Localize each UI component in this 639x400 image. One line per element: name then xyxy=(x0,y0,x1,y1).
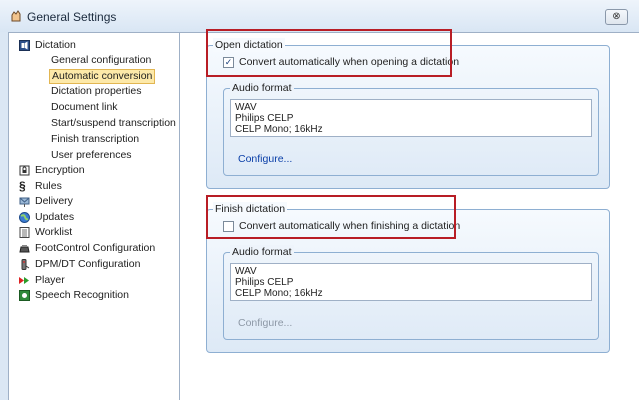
tree-item-label: FootControl Configuration xyxy=(35,242,156,254)
tree-item-label: Player xyxy=(35,274,65,286)
tree-item-label: Worklist xyxy=(35,226,73,238)
finish-convert-checkbox[interactable] xyxy=(223,221,234,232)
settings-hand-icon xyxy=(11,10,21,22)
section-icon: § xyxy=(19,179,26,193)
finish-audio-line: WAV xyxy=(235,266,257,277)
finish-audio-line: CELP Mono; 16kHz xyxy=(235,288,323,299)
tree-child-automatic-conversion[interactable]: Automatic conversion xyxy=(49,69,156,84)
finish-audio-line: Philips CELP xyxy=(235,277,294,288)
finish-configure-link: Configure... xyxy=(238,317,293,329)
open-audio-line: CELP Mono; 16kHz xyxy=(235,124,323,135)
tree-item-label: DPM/DT Configuration xyxy=(35,258,141,270)
close-button[interactable]: ⊗ xyxy=(605,9,628,25)
finish-dictation-group: Finish dictation Convert automatically w… xyxy=(206,202,610,353)
dictation-icon xyxy=(19,40,30,51)
open-convert-label: Convert automatically when opening a dic… xyxy=(239,56,460,68)
mailbox-icon xyxy=(19,197,30,207)
tree-child-general-configuration[interactable]: General configuration xyxy=(49,53,153,68)
finish-audio-format-info: WAV Philips CELP CELP Mono; 16kHz xyxy=(230,263,592,301)
tree-child-document-link[interactable]: Document link xyxy=(49,100,120,115)
recorder-icon xyxy=(21,259,30,270)
open-dictation-group: Open dictation ✓ Convert automatically w… xyxy=(206,38,610,189)
open-audio-line: WAV xyxy=(235,102,257,113)
open-audio-line: Philips CELP xyxy=(235,113,294,124)
open-audio-format-group: Audio format WAV Philips CELP CELP Mono;… xyxy=(223,81,599,176)
open-audio-format-info: WAV Philips CELP CELP Mono; 16kHz xyxy=(230,99,592,137)
settings-tree: Dictation General configuration Automati… xyxy=(8,32,180,400)
tree-child-user-preferences[interactable]: User preferences xyxy=(49,148,134,163)
tree-child-finish-transcription[interactable]: Finish transcription xyxy=(49,132,141,147)
open-convert-checkbox-row[interactable]: ✓ Convert automatically when opening a d… xyxy=(223,56,459,70)
tree-item-label: Rules xyxy=(35,180,62,192)
settings-content: Open dictation ✓ Convert automatically w… xyxy=(180,29,639,400)
player-icon xyxy=(19,277,29,284)
finish-dictation-legend: Finish dictation xyxy=(213,202,288,216)
finish-convert-checkbox-row[interactable]: Convert automatically when finishing a d… xyxy=(223,220,461,234)
tree-item-label: Delivery xyxy=(35,195,73,207)
finish-audio-format-group: Audio format WAV Philips CELP CELP Mono;… xyxy=(223,245,599,340)
window-title: General Settings xyxy=(27,10,117,24)
finish-audio-format-legend: Audio format xyxy=(230,245,294,259)
footcontrol-icon xyxy=(19,245,30,253)
tree-item-label: Updates xyxy=(35,211,75,223)
tree-item-label: Encryption xyxy=(35,164,85,176)
finish-convert-label: Convert automatically when finishing a d… xyxy=(239,220,461,232)
speech-icon xyxy=(19,290,30,301)
tree-item-label: Speech Recognition xyxy=(35,289,129,301)
open-audio-format-legend: Audio format xyxy=(230,81,294,95)
list-icon xyxy=(19,227,30,238)
tree-item-label: Dictation xyxy=(35,39,76,51)
title-bar: General Settings ⊗ xyxy=(0,0,639,32)
open-convert-checkbox[interactable]: ✓ xyxy=(223,57,234,68)
tree-child-dictation-properties[interactable]: Dictation properties xyxy=(49,84,143,99)
open-dictation-legend: Open dictation xyxy=(213,38,285,52)
lock-icon xyxy=(19,165,30,176)
tree-child-start-suspend-transcription[interactable]: Start/suspend transcription xyxy=(49,116,178,131)
globe-icon xyxy=(19,212,30,223)
open-configure-link[interactable]: Configure... xyxy=(238,153,292,165)
